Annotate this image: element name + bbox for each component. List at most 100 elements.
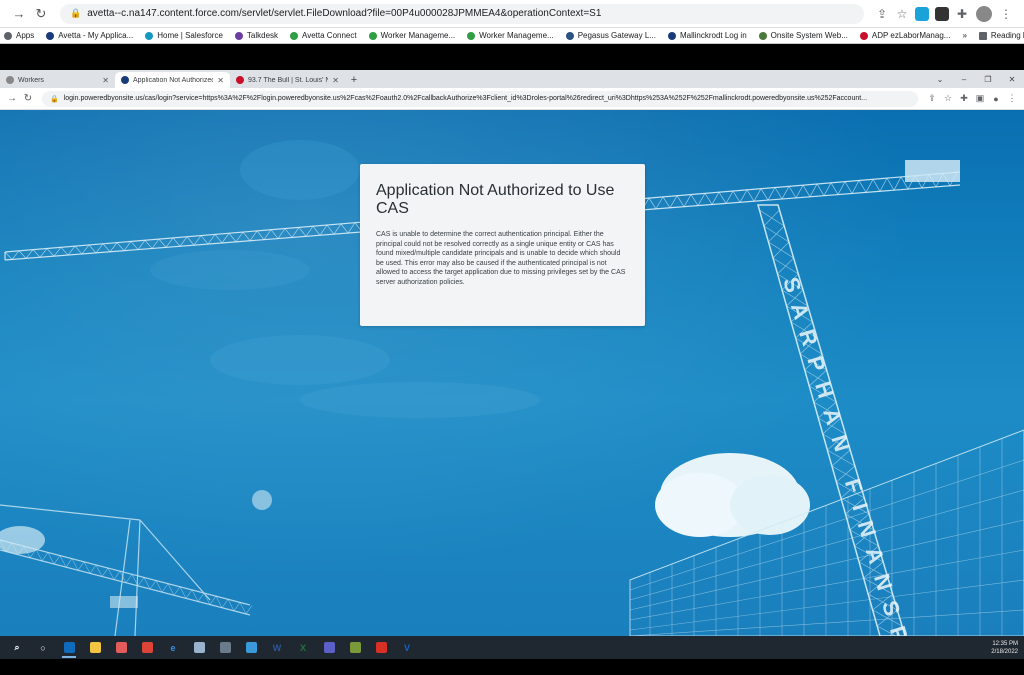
forward-icon[interactable]: →	[8, 6, 30, 21]
reload-icon[interactable]: ↻	[30, 6, 52, 22]
side-panel-icon[interactable]: ▣	[972, 93, 988, 104]
bookmark-label: Avetta - My Applica...	[58, 31, 134, 40]
menu-kebab-icon[interactable]: ⋮	[1004, 93, 1020, 104]
lattice-strut	[298, 227, 307, 237]
onedrive-icon	[245, 642, 257, 653]
outlook-taskbar-button[interactable]	[58, 638, 80, 658]
bookmarks-overflow-button[interactable]: »	[962, 31, 966, 40]
vpn-taskbar-button[interactable]: V	[396, 638, 418, 658]
tab-search-icon[interactable]: ⌄	[928, 72, 952, 88]
close-tab-icon[interactable]: ✕	[332, 76, 339, 85]
bookmark-favicon-icon	[467, 31, 476, 40]
monitor-taskbar-button[interactable]	[188, 638, 210, 658]
browser-tab[interactable]: Application Not Authorized to Us✕	[115, 72, 230, 88]
lattice-strut	[886, 177, 895, 191]
browser-tab[interactable]: Workers ✕	[0, 72, 115, 88]
menu-kebab-icon[interactable]: ⋮	[996, 7, 1016, 21]
tab-favicon-icon	[121, 76, 129, 84]
lattice-strut	[88, 244, 97, 254]
acrobat-taskbar-button[interactable]	[370, 638, 392, 658]
reading-list-button[interactable]: Reading list	[978, 31, 1024, 40]
crane-counterweight	[905, 160, 960, 182]
extensions-puzzle-icon[interactable]: ✚	[956, 93, 972, 104]
lattice-strut	[893, 176, 902, 191]
lattice-strut	[711, 192, 720, 205]
bookmark-star-icon[interactable]: ☆	[940, 93, 956, 104]
lock-icon[interactable]: 🔒	[70, 8, 81, 19]
extension-icon[interactable]	[915, 6, 929, 21]
cloud	[730, 475, 810, 535]
lattice-strut	[340, 223, 349, 234]
inner-url-field[interactable]: 🔒 login.poweredbyonsite.us/cas/login?ser…	[42, 90, 918, 107]
file-explorer-taskbar-button[interactable]	[84, 638, 106, 658]
new-tab-button[interactable]: +	[345, 72, 363, 88]
lattice-strut	[209, 595, 217, 605]
system-clock[interactable]: 12:35 PM 2/18/2022	[991, 640, 1018, 656]
excel-taskbar-button[interactable]: X	[292, 638, 314, 658]
word-taskbar-button[interactable]: W	[266, 638, 288, 658]
cortana-taskbar-button[interactable]: ○	[32, 638, 54, 658]
lattice-strut	[333, 223, 342, 235]
lattice-strut	[113, 571, 121, 580]
bookmark-star-icon[interactable]: ☆	[892, 7, 912, 21]
extension-icon[interactable]	[935, 6, 949, 21]
close-window-icon[interactable]: ✕	[1000, 72, 1024, 88]
small-crane	[0, 504, 251, 636]
lattice-strut	[760, 188, 769, 201]
bookmark-item[interactable]: Onsite System Web...	[758, 31, 848, 40]
snipping-icon	[115, 642, 127, 653]
bookmark-item[interactable]: Talkdesk	[234, 31, 278, 40]
profile-avatar[interactable]	[976, 5, 992, 22]
calculator-taskbar-button[interactable]	[214, 638, 236, 658]
outer-url-field[interactable]: 🔒 avetta--c.na147.content.force.com/serv…	[60, 3, 864, 24]
share-icon[interactable]: ⇪	[924, 93, 940, 104]
teams-icon	[323, 642, 335, 653]
edge-taskbar-button[interactable]: e	[162, 638, 184, 658]
acrobat-icon	[375, 642, 387, 653]
lattice-strut	[704, 193, 713, 205]
minimize-icon[interactable]: –	[952, 72, 976, 88]
bookmark-item[interactable]: Avetta Connect	[290, 31, 357, 40]
bookmark-favicon-icon	[667, 31, 676, 40]
search-taskbar-button[interactable]: ⌕	[6, 638, 28, 658]
apps-shortcut[interactable]: Apps	[4, 31, 34, 40]
bookmark-item[interactable]: Worker Manageme...	[368, 31, 455, 40]
browser-tab[interactable]: 93.7 The Bull | St. Louis' New C✕	[230, 72, 345, 88]
snipping-taskbar-button[interactable]	[110, 638, 132, 658]
edge-icon: e	[170, 642, 176, 653]
teams-taskbar-button[interactable]	[318, 638, 340, 658]
tab-favicon-icon	[236, 76, 244, 84]
bookmark-item[interactable]: Worker Manageme...	[467, 31, 554, 40]
reading-list-label: Reading list	[990, 31, 1024, 40]
windows-taskbar: ⌕ ○ e W X V 12:35 PM 2/18/2022	[0, 636, 1024, 659]
lock-icon[interactable]: 🔒	[50, 95, 59, 103]
close-tab-icon[interactable]: ✕	[102, 76, 109, 85]
reload-icon[interactable]: ↻	[20, 93, 36, 104]
bookmark-item[interactable]: Pegasus Gateway L...	[565, 31, 656, 40]
profile-icon[interactable]: ●	[988, 94, 1004, 104]
bookmark-item[interactable]: ADP ezLaborManag...	[859, 31, 950, 40]
outer-address-bar: → ↻ 🔒 avetta--c.na147.content.force.com/…	[0, 0, 1024, 28]
lattice-strut	[291, 227, 300, 238]
chrome-taskbar-button[interactable]	[136, 638, 158, 658]
bookmark-item[interactable]: Avetta - My Applica...	[46, 31, 133, 40]
extensions-puzzle-icon[interactable]: ✚	[952, 7, 972, 21]
lattice-strut	[865, 179, 874, 193]
lattice-strut	[60, 247, 69, 256]
lattice-strut	[326, 224, 335, 235]
lattice-strut	[144, 240, 153, 249]
lattice-strut	[25, 249, 34, 259]
crane-cab	[110, 596, 138, 608]
restore-icon[interactable]: ❐	[976, 72, 1000, 88]
forward-icon[interactable]: →	[4, 93, 20, 104]
share-icon[interactable]: ⇪	[872, 7, 892, 21]
close-tab-icon[interactable]: ✕	[217, 76, 224, 85]
reading-list-icon	[978, 31, 987, 40]
bookmark-item[interactable]: Mallinckrodt Log in	[667, 31, 747, 40]
screen-bezel	[0, 44, 1024, 70]
lattice-strut	[284, 228, 293, 238]
bookmark-item[interactable]: Home | Salesforce	[145, 31, 223, 40]
lattice-strut	[109, 242, 118, 252]
onedrive-taskbar-button[interactable]	[240, 638, 262, 658]
app-taskbar-button[interactable]	[344, 638, 366, 658]
